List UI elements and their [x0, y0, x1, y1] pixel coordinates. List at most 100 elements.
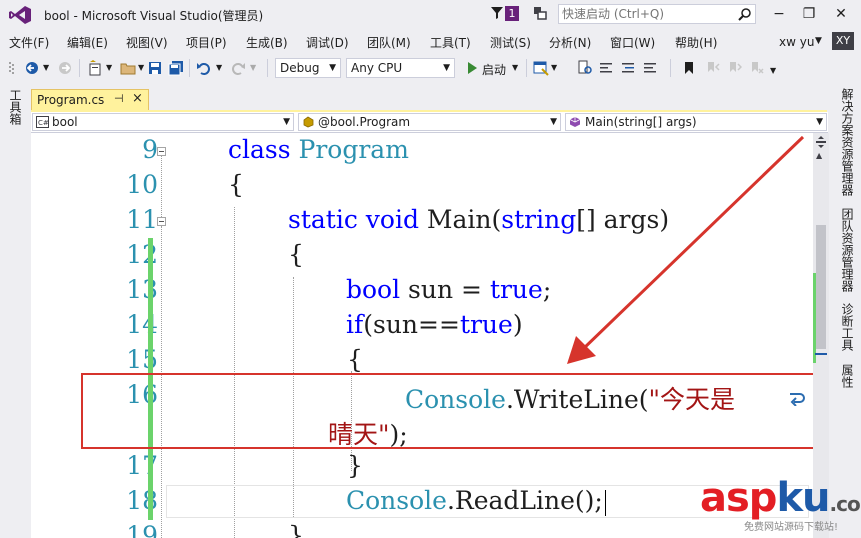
close-icon[interactable]: × [132, 91, 143, 106]
next-bookmark-icon[interactable] [726, 60, 742, 76]
save-icon[interactable] [147, 60, 163, 76]
user-name[interactable]: xw yu [779, 35, 814, 49]
close-window-button[interactable]: ✕ [830, 4, 852, 24]
line-number: 10 [126, 170, 158, 199]
scroll-up-icon[interactable]: ▲ [816, 151, 822, 160]
notification-filter-icon[interactable] [490, 6, 504, 20]
open-file-icon[interactable] [120, 60, 136, 76]
toolbox-tab[interactable]: 工具箱 [7, 89, 24, 125]
toolbar-separator [79, 59, 80, 77]
line-number: 15 [126, 345, 158, 374]
navigate-forward-icon[interactable] [57, 60, 73, 76]
feedback-icon[interactable] [532, 6, 548, 22]
line-number: 19 [126, 521, 158, 538]
annotation-highlight-box [81, 373, 813, 449]
menu-tools[interactable]: 工具(T) [430, 34, 471, 51]
minimize-button[interactable]: − [768, 4, 790, 24]
text-caret [604, 489, 606, 516]
menu-edit[interactable]: 编辑(E) [67, 34, 108, 51]
member-dropdown[interactable]: Main(string[] args) ▼ [565, 113, 827, 131]
toolbar-overflow-icon[interactable]: ▼ [770, 66, 776, 75]
code-editor[interactable]: 9 10 11 12 13 14 15 16 17 18 19 class Pr… [31, 133, 813, 538]
align-left-icon[interactable] [598, 60, 614, 76]
notification-badge[interactable]: 1 [505, 6, 519, 21]
line-number: 9 [142, 135, 158, 164]
platform-select[interactable]: Any CPU ▼ [346, 58, 455, 78]
split-window-icon[interactable] [815, 136, 827, 148]
member-dropdown-value: Main(string[] args) [585, 115, 697, 129]
code-text: [] args) [576, 205, 670, 234]
diagnostic-tools-tab[interactable]: 诊断工具 [839, 303, 856, 351]
keyword: string [501, 205, 577, 234]
search-icon[interactable] [738, 7, 752, 21]
code-line-18: Console.ReadLine(); [346, 486, 606, 516]
menu-build[interactable]: 生成(B) [246, 34, 288, 51]
start-dropdown-icon[interactable]: ▼ [512, 63, 518, 72]
undo-icon[interactable] [196, 60, 212, 76]
menu-analyze[interactable]: 分析(N) [549, 34, 591, 51]
line-number: 11 [126, 205, 158, 234]
code-line-15: { [347, 345, 363, 374]
bookmark-icon[interactable] [681, 60, 697, 76]
quick-launch-input[interactable] [562, 6, 732, 22]
uncomment-icon[interactable] [642, 60, 658, 76]
navigation-bar: C# bool ▼ @bool.Program ▼ Main(string[] … [31, 112, 828, 133]
platform-value: Any CPU [351, 61, 403, 75]
new-dropdown-icon[interactable]: ▼ [106, 63, 112, 72]
start-button-label[interactable]: 启动 [482, 61, 506, 78]
save-all-icon[interactable] [168, 60, 184, 76]
code-text: (sun== [363, 310, 460, 339]
keyword: class [228, 135, 291, 164]
properties-tab[interactable]: 属性 [839, 364, 856, 388]
find-in-files-icon[interactable] [577, 60, 593, 76]
menu-test[interactable]: 测试(S) [490, 34, 531, 51]
redo-dropdown-icon[interactable]: ▼ [250, 63, 256, 72]
code-line-11: static void Main(string[] args) [288, 205, 669, 234]
clear-bookmarks-icon[interactable] [748, 60, 764, 76]
quick-launch-box[interactable] [558, 4, 756, 24]
menu-window[interactable]: 窗口(W) [610, 34, 655, 51]
menu-help[interactable]: 帮助(H) [675, 34, 717, 51]
undo-dropdown-icon[interactable]: ▼ [216, 63, 222, 72]
back-dropdown-icon[interactable]: ▼ [43, 63, 49, 72]
type-name: Console [346, 486, 447, 515]
toolbar-grip-icon[interactable] [8, 60, 16, 76]
team-explorer-tab[interactable]: 团队资源管理器 [839, 208, 856, 292]
collapse-outline-icon[interactable] [157, 217, 166, 226]
menu-debug[interactable]: 调试(D) [306, 34, 349, 51]
line-number: 14 [126, 310, 158, 339]
menu-view[interactable]: 视图(V) [126, 34, 168, 51]
type-name: Program [298, 135, 409, 164]
watermark-tagline: 免费网站源码下载站! [744, 522, 839, 533]
redo-icon[interactable] [230, 60, 246, 76]
browser-link-icon[interactable] [533, 60, 549, 76]
start-play-icon[interactable] [464, 60, 480, 76]
menu-file[interactable]: 文件(F) [9, 34, 49, 51]
configuration-select[interactable]: Debug ▼ [275, 58, 341, 78]
line-number: 13 [126, 275, 158, 304]
project-dropdown[interactable]: C# bool ▼ [32, 113, 294, 131]
code-text: .ReadLine(); [446, 486, 603, 515]
menu-team[interactable]: 团队(M) [367, 34, 411, 51]
restore-button[interactable]: ❐ [798, 4, 820, 24]
solution-explorer-tab[interactable]: 解决方案资源管理器 [839, 88, 856, 196]
toolbar-separator [267, 59, 268, 77]
previous-bookmark-icon[interactable] [704, 60, 720, 76]
pin-icon[interactable]: ⊣ [114, 92, 124, 105]
scrollbar-change-marker [813, 273, 816, 363]
comment-out-icon[interactable] [620, 60, 636, 76]
csharp-file-icon: C# [36, 116, 49, 128]
browser-link-dropdown-icon[interactable]: ▼ [551, 63, 557, 72]
collapse-outline-icon[interactable] [157, 147, 166, 156]
document-tab-program-cs[interactable]: Program.cs ⊣ × [31, 89, 149, 111]
code-line-19: } [288, 521, 304, 538]
user-dropdown-icon[interactable]: ▼ [815, 36, 822, 46]
menu-project[interactable]: 项目(P) [186, 34, 227, 51]
method-name: Main( [426, 205, 502, 234]
open-dropdown-icon[interactable]: ▼ [138, 63, 144, 72]
new-project-icon[interactable] [87, 60, 103, 76]
scrollbar-thumb[interactable] [816, 225, 826, 349]
type-dropdown[interactable]: @bool.Program ▼ [298, 113, 561, 131]
avatar[interactable]: XY [832, 32, 854, 50]
navigate-back-icon[interactable] [24, 60, 40, 76]
